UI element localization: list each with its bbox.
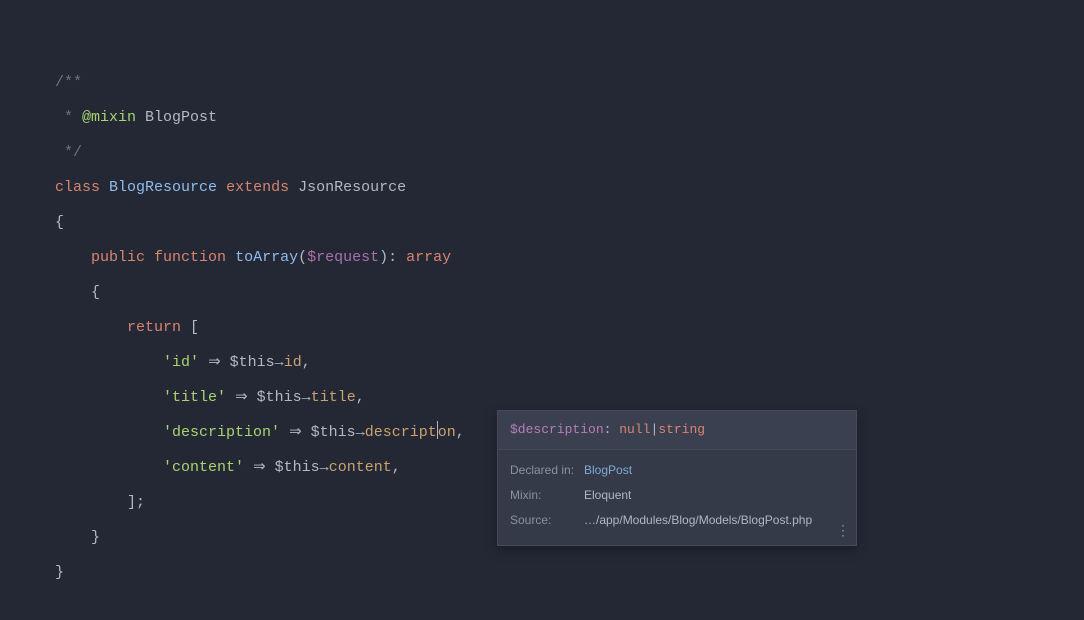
arrow-fat: ⇒ — [253, 459, 266, 476]
tooltip-colon: : — [604, 422, 620, 437]
cursor-icon — [437, 421, 438, 439]
bracket-open: [ — [190, 319, 199, 336]
class-brace-close: } — [55, 564, 64, 581]
arrow-fat: ⇒ — [208, 354, 221, 371]
key-id: 'id' — [163, 354, 199, 371]
tooltip-declared-value[interactable]: BlogPost — [584, 462, 632, 479]
method-brace-open: { — [91, 284, 100, 301]
kw-function: function — [154, 249, 226, 266]
kw-extends: extends — [226, 179, 289, 196]
key-description: 'description' — [163, 424, 280, 441]
hover-tooltip: $description: null|string Declared in: B… — [497, 410, 857, 546]
tooltip-row-declared: Declared in: BlogPost — [510, 458, 844, 483]
mixin-type: BlogPost — [145, 109, 217, 126]
return-type: array — [406, 249, 451, 266]
tooltip-mixin-value: Eloquent — [584, 487, 631, 504]
comma: , — [356, 389, 365, 406]
arrow-thin: → — [275, 354, 284, 371]
bracket-close: ]; — [127, 494, 145, 511]
class-name: BlogResource — [109, 179, 217, 196]
key-content: 'content' — [163, 459, 244, 476]
prop-description-2: on — [438, 424, 456, 441]
tooltip-source-value[interactable]: …/app/Modules/Blog/Models/BlogPost.php — [584, 512, 812, 529]
tooltip-header: $description: null|string — [498, 411, 856, 450]
tooltip-row-mixin: Mixin: Eloquent — [510, 483, 844, 508]
param-var: $request — [307, 249, 379, 266]
arrow-thin: → — [320, 459, 329, 476]
at-mixin: @mixin — [82, 109, 136, 126]
tooltip-source-label: Source: — [510, 512, 584, 529]
arrow-fat: ⇒ — [235, 389, 248, 406]
kw-public: public — [91, 249, 145, 266]
docblock-close: */ — [55, 144, 82, 161]
more-icon[interactable]: ⋮ — [836, 525, 850, 539]
brace-open: { — [55, 214, 64, 231]
this: $this — [257, 389, 302, 406]
this: $this — [230, 354, 275, 371]
tooltip-row-source: Source: …/app/Modules/Blog/Models/BlogPo… — [510, 508, 844, 533]
method-name: toArray — [235, 249, 298, 266]
tooltip-declared-label: Declared in: — [510, 462, 584, 479]
docblock-open: /** — [55, 74, 82, 91]
arrow-fat: ⇒ — [289, 424, 302, 441]
colon: : — [388, 249, 397, 266]
tooltip-var: $description — [510, 422, 604, 437]
docblock-star: * — [55, 109, 82, 126]
tooltip-type: string — [658, 422, 705, 437]
prop-id: id — [284, 354, 302, 371]
kw-return: return — [127, 319, 181, 336]
method-brace-close: } — [91, 529, 100, 546]
kw-class: class — [55, 179, 100, 196]
paren-open: ( — [298, 249, 307, 266]
prop-content: content — [329, 459, 392, 476]
prop-title: title — [311, 389, 356, 406]
this: $this — [275, 459, 320, 476]
tooltip-null: null — [619, 422, 650, 437]
tooltip-body: Declared in: BlogPost Mixin: Eloquent So… — [498, 450, 856, 544]
comma: , — [392, 459, 401, 476]
paren-close: ) — [379, 249, 388, 266]
comma: , — [302, 354, 311, 371]
arrow-thin: → — [356, 424, 365, 441]
parent-class: JsonResource — [298, 179, 406, 196]
tooltip-mixin-label: Mixin: — [510, 487, 584, 504]
arrow-thin: → — [302, 389, 311, 406]
prop-description-1: descript — [365, 424, 437, 441]
key-title: 'title' — [163, 389, 226, 406]
comma: , — [456, 424, 465, 441]
this: $this — [311, 424, 356, 441]
